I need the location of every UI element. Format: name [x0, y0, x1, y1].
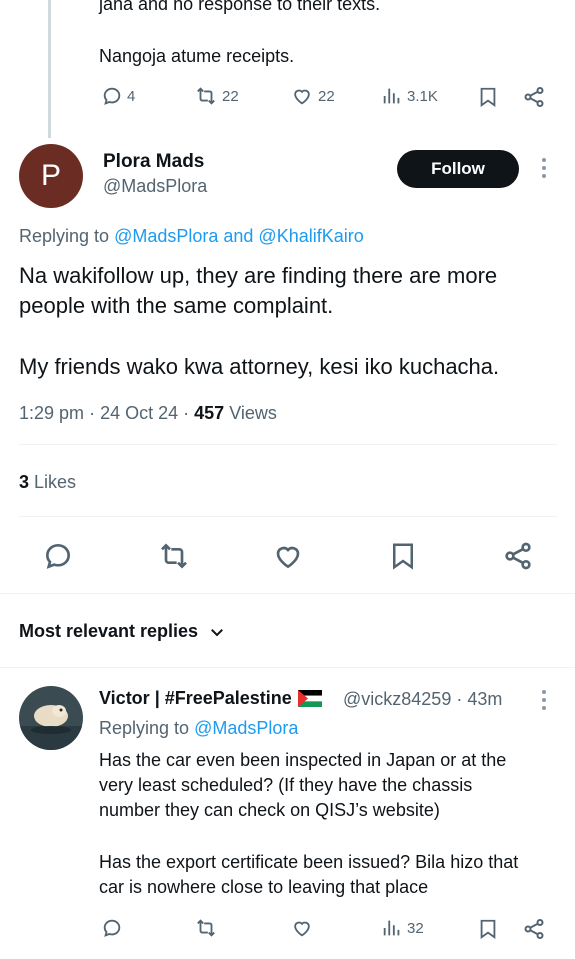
bar-chart-icon — [381, 917, 403, 939]
palestine-flag-icon — [297, 690, 322, 707]
divider — [19, 444, 557, 445]
avatar[interactable] — [19, 686, 83, 750]
reply-text-line: car is nowhere close to leaving that pla… — [99, 877, 429, 897]
reply-icon — [101, 917, 123, 939]
heart-icon — [290, 85, 314, 107]
more-options-icon[interactable] — [538, 690, 550, 714]
sort-replies-dropdown[interactable]: Most relevant replies — [19, 621, 226, 642]
reply-author-name[interactable]: Victor | #FreePalestine — [99, 688, 322, 709]
tweet-text-line: My friends wako kwa attorney, kesi iko k… — [19, 354, 500, 379]
bookmark-icon — [388, 540, 418, 572]
reply-count: 4 — [127, 87, 136, 105]
tweet-time[interactable]: 1:29 pm — [19, 403, 84, 423]
share-button[interactable] — [522, 85, 546, 109]
bookmark-icon — [477, 917, 499, 941]
reply-icon — [101, 85, 123, 107]
avatar-letter: P — [40, 159, 61, 192]
replying-user-link[interactable]: @MadsPlora — [194, 718, 298, 738]
reply-text-line: Has the car even been inspected in Japan… — [99, 750, 507, 770]
share-icon — [522, 85, 546, 109]
views-count: 457 — [194, 403, 225, 423]
tweet-text-line: people with the same complaint. — [19, 293, 334, 318]
replying-to: Replying to @MadsPlora and @KhalifKairo — [19, 226, 364, 247]
reply-text-line: Has the export certificate been issued? … — [99, 852, 519, 872]
divider — [0, 667, 575, 668]
tweet-text: Nangoja atume receipts. — [99, 46, 295, 66]
share-button[interactable] — [502, 540, 534, 572]
reply-button[interactable]: 4 — [101, 85, 135, 107]
reply-author-name-text: Victor | #FreePalestine — [99, 688, 292, 708]
chevron-down-icon — [208, 623, 226, 641]
author-handle[interactable]: @MadsPlora — [103, 176, 207, 197]
repost-button[interactable]: 22 — [194, 85, 239, 107]
like-button[interactable] — [290, 917, 314, 939]
tweet-metadata: 1:29 pm · 24 Oct 24 · 457 Views — [19, 403, 277, 423]
divider — [0, 593, 575, 594]
like-button[interactable] — [271, 540, 305, 572]
author-name[interactable]: Plora Mads — [103, 151, 204, 173]
reply-author-handle[interactable]: @vickz84259 · 43m — [343, 689, 502, 710]
views-button[interactable]: 32 — [381, 917, 424, 939]
tweet-text-line: Na wakifollow up, they are finding there… — [19, 263, 498, 288]
avatar[interactable]: P — [19, 144, 83, 208]
like-count: 22 — [318, 87, 335, 105]
likes-label: Likes — [34, 472, 77, 492]
reply-text-line: number they can check on QISJ’s website) — [99, 800, 440, 820]
replying-prefix: Replying to — [19, 226, 110, 246]
views-count: 32 — [407, 919, 424, 937]
divider — [19, 516, 557, 517]
replying-to: Replying to @MadsPlora — [99, 718, 298, 739]
share-icon — [522, 917, 546, 941]
views-count: 3.1K — [407, 87, 438, 105]
repost-button[interactable] — [194, 917, 218, 939]
reply-icon — [42, 540, 74, 572]
replying-prefix: Replying to — [99, 718, 190, 738]
tweet-text-partial: jana and no response to their texts. — [99, 0, 381, 14]
views-button[interactable]: 3.1K — [381, 85, 438, 107]
reply-button[interactable] — [101, 917, 123, 939]
bookmark-button[interactable] — [477, 85, 499, 109]
thread-connector-line — [48, 0, 51, 138]
likes-count: 3 — [19, 472, 30, 492]
reply-text-line: very least scheduled? (If they have the … — [99, 775, 473, 795]
reply-button[interactable] — [42, 540, 74, 572]
share-icon — [502, 540, 534, 572]
repost-count: 22 — [222, 87, 239, 105]
heart-icon — [290, 917, 314, 939]
likes-summary[interactable]: 3 Likes — [19, 472, 76, 493]
views-label: Views — [229, 403, 277, 423]
follow-button[interactable]: Follow — [397, 150, 519, 188]
tweet-date[interactable]: 24 Oct 24 — [100, 403, 178, 423]
bar-chart-icon — [381, 85, 403, 107]
repost-icon — [194, 85, 218, 107]
repost-icon — [157, 540, 191, 572]
bookmark-button[interactable] — [388, 540, 418, 572]
like-button[interactable]: 22 — [290, 85, 335, 107]
repost-icon — [194, 917, 218, 939]
more-options-icon[interactable] — [538, 158, 550, 182]
replying-users-link[interactable]: @MadsPlora and @KhalifKairo — [114, 226, 364, 246]
heart-icon — [271, 540, 305, 572]
sort-label: Most relevant replies — [19, 621, 199, 641]
bookmark-button[interactable] — [477, 917, 499, 941]
repost-button[interactable] — [157, 540, 191, 572]
bookmark-icon — [477, 85, 499, 109]
share-button[interactable] — [522, 917, 546, 941]
